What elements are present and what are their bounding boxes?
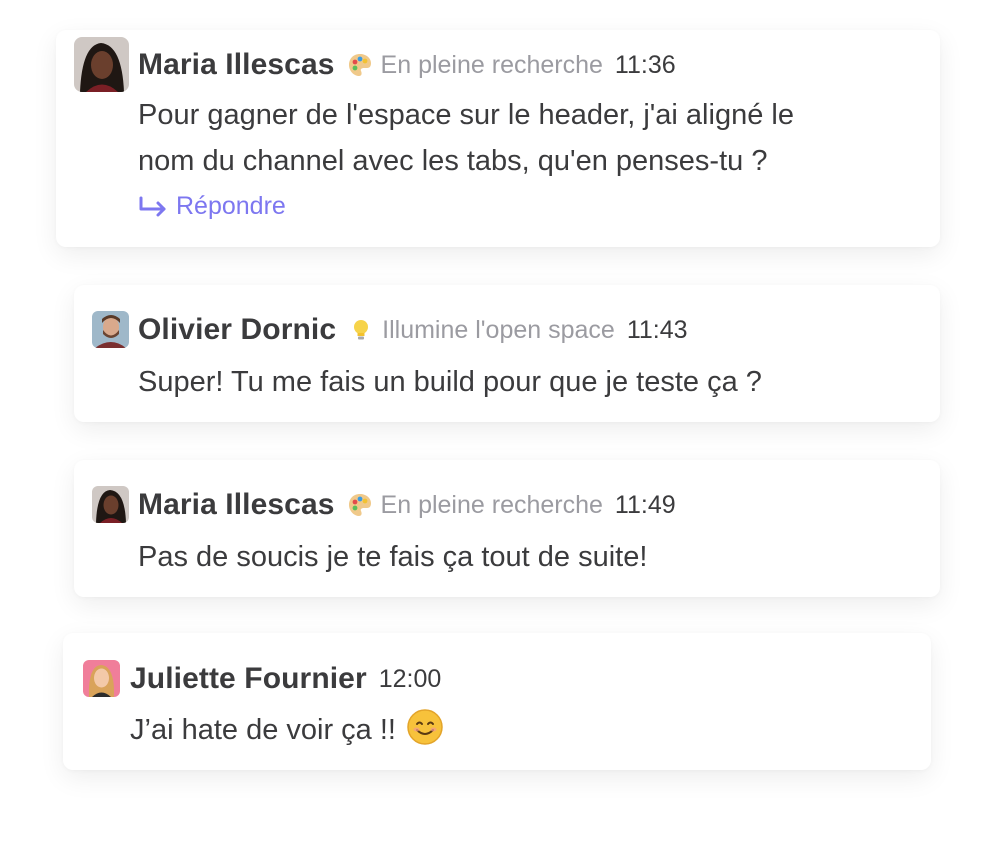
message-line: Pour gagner de l'espace sur le header, j… [138, 99, 794, 131]
author-name[interactable]: Maria Illescas [138, 488, 335, 522]
message-card: Maria Illescas En pleine recherche 11:36… [56, 30, 940, 247]
timestamp: 12:00 [378, 664, 442, 693]
reply-arrow-icon [139, 196, 166, 216]
author-name[interactable]: Olivier Dornic [138, 313, 336, 347]
timestamp: 11:49 [614, 490, 676, 519]
status-text: En pleine recherche [380, 50, 603, 79]
smiling-face-emoji-icon [406, 708, 444, 746]
timestamp: 11:36 [614, 50, 676, 79]
avatar[interactable] [92, 486, 129, 523]
avatar[interactable] [74, 37, 129, 92]
status-text: En pleine recherche [380, 490, 603, 519]
lightbulb-icon [348, 317, 374, 343]
status-text: Illumine l'open space [382, 315, 615, 344]
message-text: Pas de soucis je te fais ça tout de suit… [138, 541, 648, 573]
palette-icon [347, 52, 373, 78]
message-card: Maria Illescas En pleine recherche 11:49… [74, 460, 940, 597]
reply-button[interactable]: Répondre [138, 192, 286, 221]
author-name[interactable]: Maria Illescas [138, 48, 335, 82]
avatar[interactable] [92, 311, 129, 348]
message-body: J’ai hate de voir ça !! [130, 714, 396, 746]
message-text: Super! Tu me fais un build pour que je t… [138, 366, 762, 398]
message-text: Pour gagner de l'espace sur le header, j… [138, 92, 794, 184]
message-line: nom du channel avec les tabs, qu'en pens… [138, 145, 768, 177]
author-name[interactable]: Juliette Fournier [130, 662, 367, 696]
timestamp: 11:43 [626, 315, 688, 344]
message-text: J’ai hate de voir ça !! [130, 707, 444, 753]
message-card: Olivier Dornic Illumine l'open space 11:… [74, 285, 940, 422]
message-card: Juliette Fournier 12:00 J’ai hate de voi… [63, 633, 931, 770]
avatar[interactable] [83, 660, 120, 697]
palette-icon [347, 492, 373, 518]
reply-label: Répondre [176, 192, 286, 220]
